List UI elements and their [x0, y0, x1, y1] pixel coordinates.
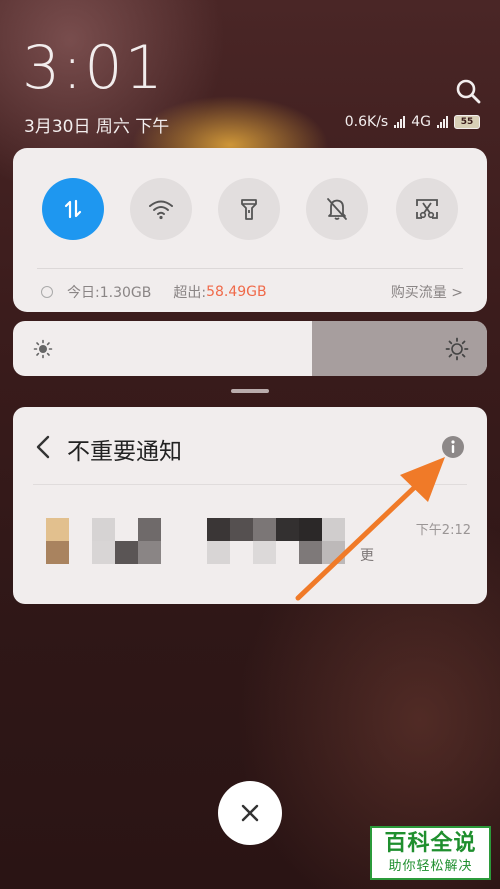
annotation-arrow: [295, 457, 445, 601]
watermark-line1: 百科全说: [384, 831, 477, 856]
watermark-line2: 助你轻松解决: [388, 859, 473, 874]
close-button[interactable]: [218, 781, 282, 845]
watermark-logo: 百科全说 助你轻松解决: [370, 826, 491, 880]
close-icon: [241, 804, 259, 822]
